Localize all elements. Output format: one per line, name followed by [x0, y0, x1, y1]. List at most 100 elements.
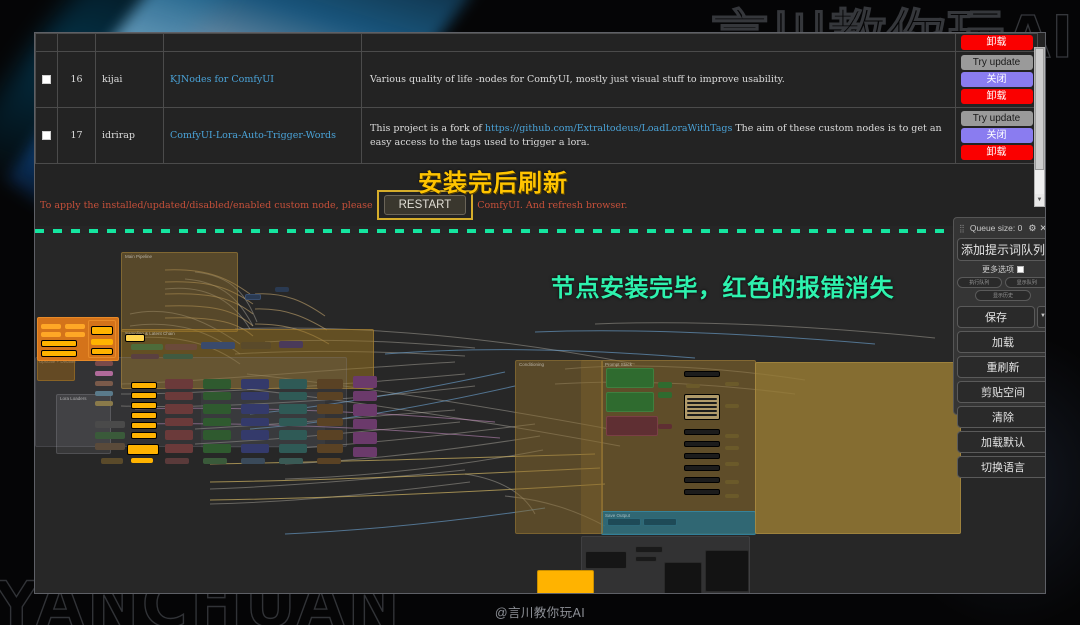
graph-node[interactable]: [725, 434, 739, 438]
disable-button[interactable]: 关闭: [960, 128, 1033, 143]
graph-node[interactable]: [353, 376, 377, 388]
uninstall-button[interactable]: 卸载: [960, 145, 1033, 160]
drag-grip-icon[interactable]: ⣿: [959, 224, 965, 233]
node-title-link[interactable]: ComfyUI-Lora-Auto-Trigger-Words: [170, 130, 336, 141]
graph-node[interactable]: [163, 354, 193, 359]
graph-node[interactable]: [203, 392, 231, 400]
graph-node[interactable]: [664, 562, 702, 593]
node-widget[interactable]: [91, 326, 113, 335]
graph-node[interactable]: [353, 419, 377, 429]
graph-node[interactable]: [686, 384, 700, 388]
chevron-down-icon[interactable]: ▼: [1037, 306, 1045, 328]
node-widget[interactable]: [687, 402, 717, 404]
graph-node[interactable]: [165, 458, 189, 464]
node-widget[interactable]: [41, 332, 61, 337]
node-widget[interactable]: [687, 398, 717, 400]
graph-node[interactable]: [658, 392, 672, 398]
graph-node[interactable]: [725, 404, 739, 408]
try-update-button[interactable]: Try update: [960, 111, 1033, 126]
graph-node[interactable]: [317, 430, 343, 440]
graph-node[interactable]: [353, 447, 377, 457]
node-group-box[interactable]: Main Pipeline: [121, 252, 238, 332]
gear-icon[interactable]: ⚙: [1028, 223, 1036, 234]
row-title-cell[interactable]: ComfyUI-Lora-Auto-Trigger-Words: [163, 107, 362, 164]
node-widget[interactable]: [684, 371, 720, 377]
graph-node[interactable]: [95, 401, 113, 406]
node-group-box[interactable]: Conditioning: [515, 360, 603, 534]
node-widget[interactable]: [91, 348, 113, 355]
graph-node[interactable]: [203, 418, 231, 426]
graph-node[interactable]: [101, 458, 123, 464]
graph-node[interactable]: [279, 404, 307, 414]
node-widget[interactable]: [91, 339, 113, 345]
show-queue-button[interactable]: 显示队列: [1004, 277, 1045, 288]
load-default-button[interactable]: 加载默认: [957, 431, 1045, 453]
graph-node[interactable]: [279, 418, 307, 426]
graph-node[interactable]: [203, 458, 227, 464]
save-button[interactable]: 保存: [957, 306, 1035, 328]
extra-options-row[interactable]: 更多选项: [957, 264, 1045, 275]
node-widget[interactable]: [131, 402, 157, 409]
node-widget[interactable]: [131, 382, 157, 389]
row-title-cell[interactable]: KJNodes for ComfyUI: [163, 51, 362, 108]
graph-node[interactable]: [317, 444, 343, 453]
graph-node[interactable]: [725, 494, 739, 498]
scrollbar-thumb[interactable]: [1035, 48, 1044, 170]
try-update-button[interactable]: Try update: [960, 55, 1033, 70]
uninstall-button[interactable]: 卸载: [960, 89, 1033, 104]
queue-prompt-button[interactable]: 添加提示词队列: [957, 238, 1045, 261]
queue-panel-header[interactable]: ⣿ Queue size: 0 ⚙ ✕: [957, 221, 1045, 235]
node-widget[interactable]: [125, 334, 145, 342]
graph-node[interactable]: [165, 430, 193, 440]
graph-node[interactable]: [95, 391, 113, 396]
graph-node[interactable]: [241, 444, 269, 453]
graph-node[interactable]: [165, 392, 193, 400]
node-widget[interactable]: [131, 432, 157, 439]
graph-node[interactable]: [279, 444, 307, 453]
graph-node[interactable]: [658, 382, 672, 388]
graph-node[interactable]: [279, 430, 307, 440]
node-widget[interactable]: [127, 444, 159, 455]
graph-node[interactable]: [245, 294, 261, 300]
desc-github-link[interactable]: https://github.com/Extraltodeus/LoadLora…: [485, 123, 732, 134]
view-queue-button[interactable]: 执行队列: [957, 277, 1002, 288]
graph-node[interactable]: [725, 462, 739, 466]
graph-node[interactable]: [705, 550, 749, 592]
graph-node[interactable]: [317, 392, 343, 400]
node-widget[interactable]: [131, 458, 153, 463]
graph-node[interactable]: [353, 404, 377, 416]
graph-node[interactable]: [241, 342, 271, 349]
node-widget[interactable]: [684, 429, 720, 435]
node-widget[interactable]: [687, 414, 717, 416]
graph-node[interactable]: [165, 379, 193, 389]
graph-node[interactable]: [317, 458, 341, 464]
node-widget[interactable]: [684, 441, 720, 447]
uninstall-button-top[interactable]: 卸载: [960, 35, 1033, 50]
node-widget[interactable]: [684, 465, 720, 471]
node-widget[interactable]: [684, 453, 720, 459]
graph-node[interactable]: [725, 480, 739, 484]
graph-node[interactable]: [165, 344, 197, 350]
graph-node[interactable]: [606, 392, 654, 412]
show-history-button[interactable]: 显示历史: [975, 290, 1031, 301]
graph-node[interactable]: [241, 418, 269, 426]
graph-node[interactable]: [203, 430, 231, 440]
node-widget[interactable]: [65, 332, 85, 337]
graph-node[interactable]: [95, 361, 113, 366]
node-graph-canvas[interactable]: Main Pipeline Sampling & Latent Chain Up…: [35, 234, 1045, 593]
node-group-box[interactable]: [755, 362, 961, 534]
graph-node[interactable]: [95, 371, 113, 376]
graph-node[interactable]: [165, 418, 193, 426]
graph-node[interactable]: [658, 424, 672, 429]
graph-node[interactable]: [353, 391, 377, 401]
load-button[interactable]: 加载: [957, 331, 1045, 353]
graph-node[interactable]: [95, 381, 113, 386]
graph-node[interactable]: [725, 446, 739, 450]
graph-node[interactable]: [279, 379, 307, 389]
close-icon[interactable]: ✕: [1039, 223, 1045, 234]
graph-node[interactable]: [201, 342, 235, 349]
graph-node[interactable]: [279, 392, 307, 400]
graph-node[interactable]: [165, 444, 193, 453]
node-widget[interactable]: [684, 477, 720, 483]
node-widget[interactable]: [41, 324, 61, 329]
